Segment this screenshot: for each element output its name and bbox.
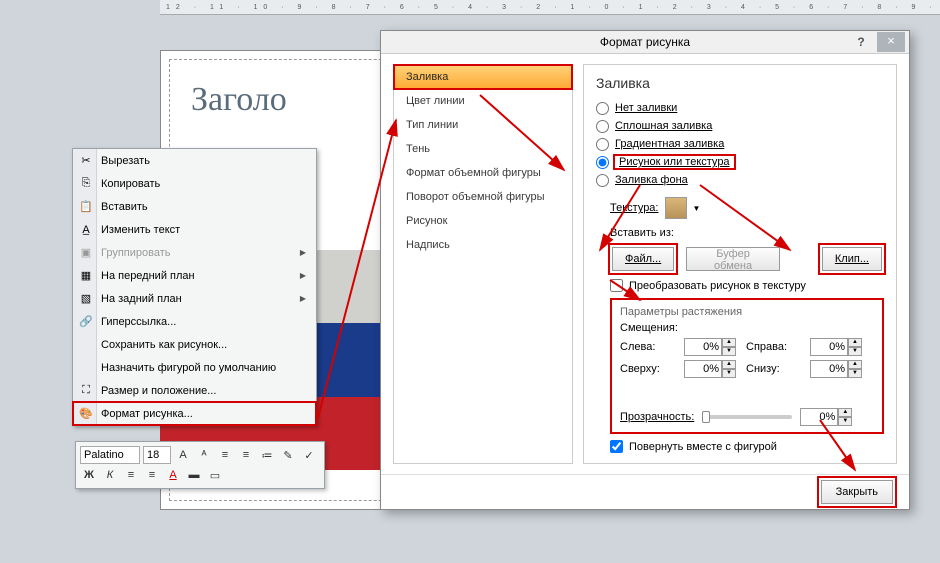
cut-icon: ✂ (78, 153, 94, 169)
align-icon[interactable]: ≡ (122, 466, 140, 484)
dialog-category-list: Заливка Цвет линии Тип линии Тень Формат… (393, 64, 573, 464)
size-icon: ⛶ (78, 383, 94, 399)
stretch-header: Параметры растяжения (620, 306, 874, 318)
shrink-font-icon[interactable]: ᴬ (195, 446, 213, 464)
rotate-with-shape[interactable]: Повернуть вместе с фигурой (610, 440, 884, 453)
insert-from-label: Вставить из: (610, 227, 884, 239)
mini-toolbar: A ᴬ ≡ ≡ ≔ ✎ ✓ Ж К ≡ ≡ A ▬ ▭ (75, 441, 325, 489)
transparency-slider[interactable] (702, 415, 792, 419)
ctx-paste[interactable]: 📋Вставить (73, 195, 316, 218)
stretch-options-group: Параметры растяжения Смещения: Слева: ▲▼… (610, 298, 884, 434)
context-menu: ✂Вырезать ⎘Копировать 📋Вставить A̲Измени… (72, 148, 317, 426)
radio-gradient-fill[interactable]: Градиентная заливка (596, 135, 884, 153)
indent-left-icon[interactable]: ≡ (216, 446, 234, 464)
align-center-icon[interactable]: ≡ (143, 466, 161, 484)
offset-top-spinner[interactable]: ▲▼ (684, 360, 736, 378)
bullets-icon[interactable]: ≔ (258, 446, 276, 464)
indent-right-icon[interactable]: ≡ (237, 446, 255, 464)
ctx-format-picture[interactable]: 🎨Формат рисунка... (73, 402, 316, 425)
grow-font-icon[interactable]: A (174, 446, 192, 464)
dialog-fill-panel: Заливка Нет заливки Сплошная заливка Гра… (583, 64, 897, 464)
ctx-size-position[interactable]: ⛶Размер и положение... (73, 379, 316, 402)
ctx-save-as-picture[interactable]: Сохранить как рисунок... (73, 333, 316, 356)
italic-icon[interactable]: К (101, 466, 119, 484)
group-icon: ▣ (78, 245, 94, 261)
cat-picture[interactable]: Рисунок (394, 209, 572, 233)
transparency-label: Прозрачность: (620, 411, 694, 423)
transparency-spinner[interactable]: ▲▼ (800, 408, 852, 426)
paste-icon: 📋 (78, 199, 94, 215)
offset-right-spinner[interactable]: ▲▼ (810, 338, 862, 356)
close-button[interactable]: Закрыть (821, 480, 893, 504)
ctx-set-default-shape[interactable]: Назначить фигурой по умолчанию (73, 356, 316, 379)
cat-shadow[interactable]: Тень (394, 137, 572, 161)
help-button[interactable]: ? (849, 35, 873, 49)
format-picture-dialog: Формат рисунка ? × Заливка Цвет линии Ти… (380, 30, 910, 510)
cat-fill[interactable]: Заливка (394, 65, 572, 89)
radio-background-fill[interactable]: Заливка фона (596, 171, 884, 189)
cat-3d-rotation[interactable]: Поворот объемной фигуры (394, 185, 572, 209)
slide-title-text: Заголо (191, 81, 287, 119)
horizontal-ruler: 12 · 11 · 10 · 9 · 8 · 7 · 6 · 5 · 4 · 3… (160, 0, 940, 15)
radio-no-fill[interactable]: Нет заливки (596, 99, 884, 117)
send-back-icon: ▧ (78, 291, 94, 307)
dialog-title-text: Формат рисунка (600, 35, 690, 49)
offset-top-label: Сверху: (620, 363, 674, 375)
edit-text-icon: A̲ (78, 222, 94, 238)
line-color-icon[interactable]: ▭ (206, 466, 224, 484)
offsets-label: Смещения: (620, 322, 874, 334)
ctx-edit-text[interactable]: A̲Изменить текст (73, 218, 316, 241)
format-painter-icon[interactable]: ✓ (300, 446, 318, 464)
format-picture-icon: 🎨 (78, 406, 94, 422)
clipboard-button: Буфер обмена (686, 247, 780, 271)
copy-icon: ⎘ (78, 176, 94, 192)
bold-icon[interactable]: Ж (80, 466, 98, 484)
ctx-cut[interactable]: ✂Вырезать (73, 149, 316, 172)
dialog-titlebar: Формат рисунка ? × (381, 31, 909, 54)
ctx-bring-front[interactable]: ▦На передний план▶ (73, 264, 316, 287)
offset-bottom-label: Снизу: (746, 363, 800, 375)
offset-left-spinner[interactable]: ▲▼ (684, 338, 736, 356)
font-family-input[interactable] (80, 446, 140, 464)
font-size-input[interactable] (143, 446, 171, 464)
file-button[interactable]: Файл... (612, 247, 674, 271)
radio-picture-texture[interactable]: Рисунок или текстура (596, 153, 884, 171)
highlight-icon[interactable]: ✎ (279, 446, 297, 464)
ctx-copy[interactable]: ⎘Копировать (73, 172, 316, 195)
texture-dropdown[interactable] (665, 197, 687, 219)
hyperlink-icon: 🔗 (78, 314, 94, 330)
cat-line-color[interactable]: Цвет линии (394, 89, 572, 113)
cat-3d-format[interactable]: Формат объемной фигуры (394, 161, 572, 185)
ctx-send-back[interactable]: ▧На задний план▶ (73, 287, 316, 310)
bring-front-icon: ▦ (78, 268, 94, 284)
ctx-group: ▣Группировать▶ (73, 241, 316, 264)
offset-right-label: Справа: (746, 341, 800, 353)
ctx-hyperlink[interactable]: 🔗Гиперссылка... (73, 310, 316, 333)
convert-to-texture[interactable]: Преобразовать рисунок в текстуру (610, 279, 884, 292)
offset-left-label: Слева: (620, 341, 674, 353)
cat-line-type[interactable]: Тип линии (394, 113, 572, 137)
font-color-icon[interactable]: A (164, 466, 182, 484)
cat-textbox[interactable]: Надпись (394, 233, 572, 257)
fill-heading: Заливка (596, 75, 884, 91)
dialog-footer: Закрыть (381, 474, 909, 509)
close-icon[interactable]: × (877, 32, 905, 52)
radio-solid-fill[interactable]: Сплошная заливка (596, 117, 884, 135)
texture-label: Текстура: (610, 202, 659, 214)
offset-bottom-spinner[interactable]: ▲▼ (810, 360, 862, 378)
fill-color-icon[interactable]: ▬ (185, 466, 203, 484)
clip-button[interactable]: Клип... (822, 247, 882, 271)
